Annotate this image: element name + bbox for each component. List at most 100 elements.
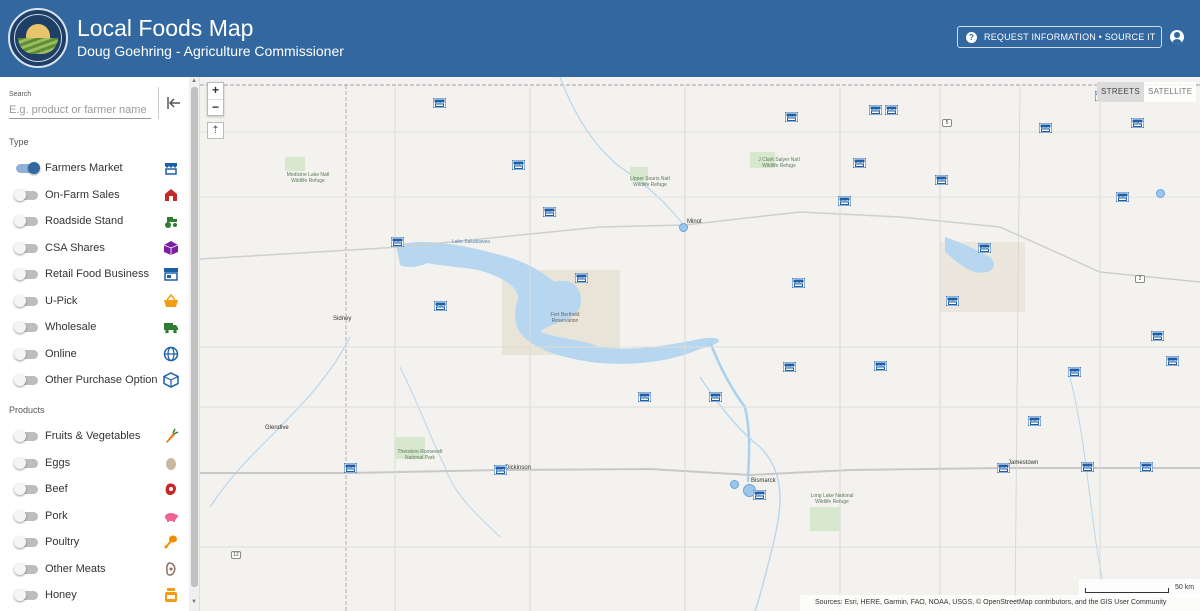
farmers-market-marker[interactable] <box>512 160 525 170</box>
filter-row-csa-shares[interactable]: CSA Shares <box>0 239 188 259</box>
farmers-market-marker[interactable] <box>1140 462 1153 472</box>
farmers-market-marker[interactable] <box>638 392 651 402</box>
filter-toggle[interactable] <box>14 456 38 469</box>
zoom-out-button[interactable]: − <box>208 99 223 115</box>
city-dot-devils-lake <box>1156 189 1165 198</box>
farmers-market-marker[interactable] <box>1028 416 1041 426</box>
filter-toggle[interactable] <box>14 347 38 360</box>
farmers-market-marker[interactable] <box>1068 367 1081 377</box>
farmers-market-marker[interactable] <box>1166 356 1179 366</box>
box-icon <box>163 240 179 256</box>
farmers-market-marker[interactable] <box>885 105 898 115</box>
filter-toggle[interactable] <box>14 215 38 227</box>
route-shield: 12 <box>231 551 241 559</box>
filter-label: CSA Shares <box>45 241 105 254</box>
filter-label: Farmers Market <box>45 162 123 174</box>
farmers-market-marker[interactable] <box>853 158 866 168</box>
filter-toggle[interactable] <box>14 321 38 333</box>
filter-row-online[interactable]: Online <box>0 345 188 365</box>
scroll-down-arrow-icon[interactable]: ▼ <box>191 599 197 605</box>
filter-toggle[interactable] <box>14 509 38 522</box>
farmers-market-marker[interactable] <box>792 278 805 288</box>
farmers-market-marker[interactable] <box>391 237 404 247</box>
farmers-market-marker[interactable] <box>946 296 959 306</box>
filter-toggle[interactable] <box>14 294 38 307</box>
map-view[interactable]: Minot Sidney Glendive Dickinson Bismarck… <box>200 77 1200 611</box>
collapse-sidebar-button[interactable] <box>158 87 188 119</box>
basemap-satellite-button[interactable]: SATELLITE <box>1144 82 1197 102</box>
poi-label: Theodore Roosevelt National Park <box>397 449 443 461</box>
farmers-market-marker[interactable] <box>753 490 766 500</box>
filter-row-u-pick[interactable]: U-Pick <box>0 292 188 312</box>
farmers-market-marker[interactable] <box>869 105 882 115</box>
nd-agriculture-seal-logo[interactable] <box>8 8 68 68</box>
farmers-market-marker[interactable] <box>978 243 991 253</box>
farmers-market-marker[interactable] <box>785 112 798 122</box>
filter-row-retail-food-business[interactable]: Retail Food Business <box>0 265 188 285</box>
farmers-market-marker[interactable] <box>783 362 796 372</box>
farmers-market-marker[interactable] <box>1131 118 1144 128</box>
farmers-market-marker[interactable] <box>1116 192 1129 202</box>
collapse-left-icon <box>166 97 180 109</box>
farmers-market-marker[interactable] <box>874 361 887 371</box>
farmers-market-marker[interactable] <box>838 196 851 206</box>
filter-row-roadside-stand[interactable]: Roadside Stand <box>0 212 188 232</box>
filter-toggle[interactable] <box>14 483 38 495</box>
tractor-icon <box>163 213 179 229</box>
filter-label: Other Meats <box>45 562 106 575</box>
farmers-market-marker[interactable] <box>344 463 357 473</box>
farmers-market-marker[interactable] <box>1151 331 1164 341</box>
scroll-up-arrow-icon[interactable]: ▲ <box>191 78 197 84</box>
app-title: Local Foods Map <box>77 15 254 41</box>
filter-label: Other Purchase Option <box>45 374 158 386</box>
filter-row-wholesale[interactable]: Wholesale <box>0 318 188 338</box>
basemap-streets-button[interactable]: STREETS <box>1097 82 1144 102</box>
scrollbar-thumb[interactable] <box>191 87 198 587</box>
filter-row-eggs[interactable]: Eggs <box>0 454 188 474</box>
poi-label: Fort Berthold Reservation <box>550 312 580 324</box>
filter-row-pork[interactable]: Pork <box>0 507 188 527</box>
filter-toggle[interactable] <box>14 430 38 442</box>
account-icon[interactable] <box>1170 30 1184 44</box>
filter-toggle[interactable] <box>16 162 40 174</box>
filter-row-farmers-market[interactable]: Farmers Market <box>0 159 188 179</box>
request-information-button[interactable]: ? REQUEST INFORMATION • SOURCE IT <box>957 26 1162 48</box>
filter-toggle[interactable] <box>14 268 38 280</box>
farmers-market-marker[interactable] <box>997 463 1010 473</box>
farmers-market-marker[interactable] <box>1039 123 1052 133</box>
scale-label: 50 km <box>1175 584 1195 591</box>
filter-row-other-purchase-option[interactable]: Other Purchase Option <box>0 371 188 391</box>
farmers-market-marker[interactable] <box>709 392 722 402</box>
basemap-toggle: STREETS SATELLITE <box>1097 82 1197 102</box>
farmers-market-marker[interactable] <box>935 175 948 185</box>
filter-label: Retail Food Business <box>45 268 149 280</box>
storefront-icon <box>163 266 179 282</box>
filter-row-on-farm-sales[interactable]: On-Farm Sales <box>0 186 188 206</box>
filter-toggle[interactable] <box>14 241 38 254</box>
farmers-market-marker[interactable] <box>433 98 446 108</box>
filter-row-poultry[interactable]: Poultry <box>0 533 188 553</box>
farmers-market-marker[interactable] <box>575 273 588 283</box>
filter-toggle[interactable] <box>14 589 38 601</box>
meat-icon <box>163 561 179 577</box>
filter-row-beef[interactable]: Beef <box>0 480 188 500</box>
farmers-market-marker[interactable] <box>494 465 507 475</box>
filter-toggle[interactable] <box>14 536 38 548</box>
poi-label: Lake Sakakawea <box>452 239 491 245</box>
filter-toggle[interactable] <box>14 374 38 386</box>
zoom-in-button[interactable]: + <box>208 83 223 99</box>
search-input[interactable] <box>9 101 151 119</box>
filter-row-fruits-vegetables[interactable]: Fruits & Vegetables <box>0 427 188 447</box>
farmers-market-marker[interactable] <box>543 207 556 217</box>
filter-toggle[interactable] <box>14 562 38 575</box>
farmers-market-marker[interactable] <box>434 301 447 311</box>
farmers-market-marker[interactable] <box>1081 462 1094 472</box>
map-attribution: Sources: Esri, HERE, Garmin, FAO, NOAA, … <box>800 595 1200 611</box>
filter-row-honey[interactable]: Honey <box>0 586 188 606</box>
compass-reset-button[interactable]: ⇡ <box>207 122 224 139</box>
filter-toggle[interactable] <box>14 188 38 201</box>
drumstick-icon <box>163 534 179 550</box>
sidebar-scrollbar[interactable]: ▲ ▼ <box>189 77 199 611</box>
filter-row-other-meats[interactable]: Other Meats <box>0 560 188 580</box>
city-label: Bismarck <box>751 478 776 484</box>
